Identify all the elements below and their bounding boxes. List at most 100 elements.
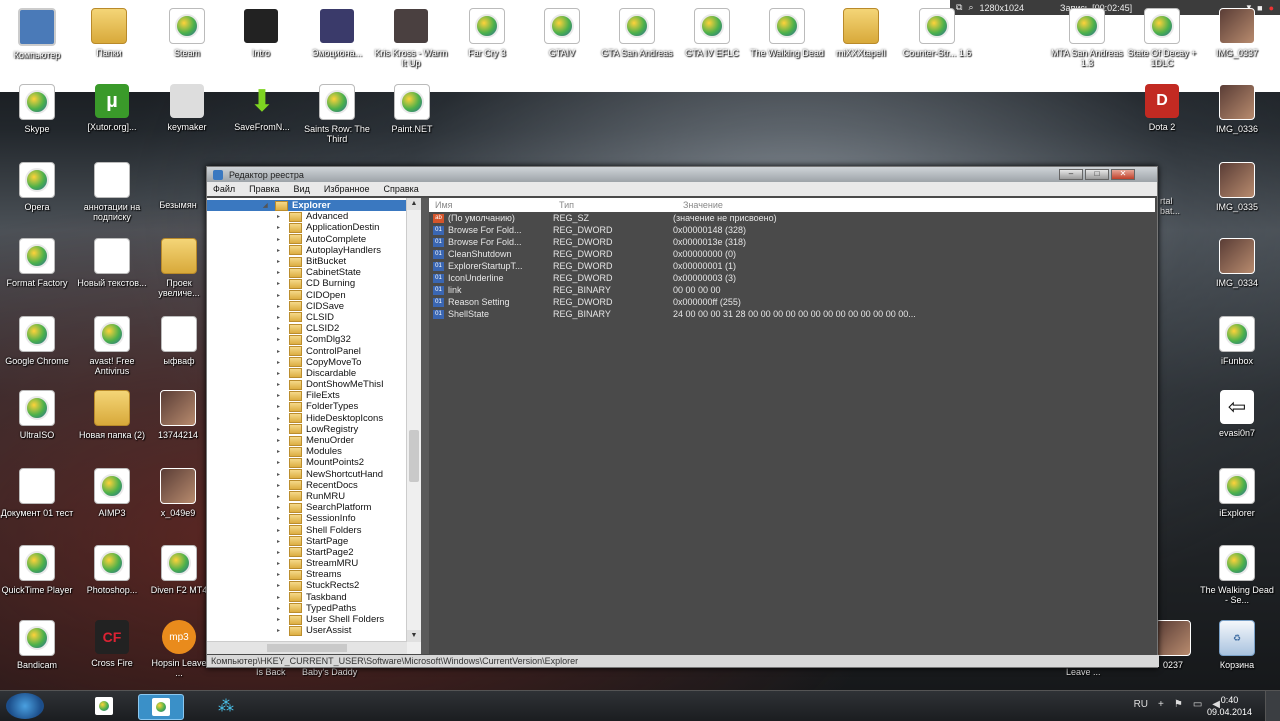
desktop-icon-evasi0n7[interactable]: ⇦ evasi0n7 <box>1200 390 1274 438</box>
desktop-icon-yfvaf[interactable]: ыфваф <box>150 316 208 366</box>
column-type[interactable]: Тип <box>553 200 677 210</box>
tree-item[interactable]: ▸ Discardable <box>207 368 407 379</box>
close-button[interactable]: ✕ <box>1111 169 1135 180</box>
tree-item[interactable]: ▸ RunMRU <box>207 491 407 502</box>
expand-icon[interactable]: ▸ <box>277 280 285 287</box>
tree-item[interactable]: ▸ AutoplayHandlers <box>207 245 407 256</box>
desktop-icon-aimp3[interactable]: AIMP3 <box>75 468 149 518</box>
desktop-icon-mta[interactable]: MTA San Andreas 1.3 <box>1050 8 1124 68</box>
expand-icon[interactable]: ▸ <box>277 482 285 489</box>
expand-icon[interactable]: ▸ <box>277 314 285 321</box>
menu-favorites[interactable]: Избранное <box>324 184 370 194</box>
expand-icon[interactable]: ▸ <box>277 303 285 310</box>
value-row[interactable]: 01 Browse For Fold... REG_DWORD 0x0000013e … <box>429 236 1155 248</box>
tree-item[interactable]: ▸ Streams <box>207 569 407 580</box>
desktop-icon-kris-kross[interactable]: Kris Kross - Warm It Up <box>374 8 448 68</box>
minimize-button[interactable]: – <box>1059 169 1083 180</box>
desktop-icon-img0334[interactable]: IMG_0334 <box>1200 238 1274 288</box>
show-desktop-button[interactable] <box>1265 691 1280 721</box>
expand-icon[interactable]: ▸ <box>277 627 285 634</box>
desktop-icon-annotations[interactable]: аннотации на подписку <box>75 162 149 222</box>
collapse-icon[interactable]: ◢ <box>263 202 271 209</box>
expand-icon[interactable]: ▸ <box>277 426 285 433</box>
desktop-icon-chrome[interactable]: Google Chrome <box>0 316 74 366</box>
tree-item[interactable]: ▸ Taskband <box>207 592 407 603</box>
tree-item[interactable]: ▸ ControlPanel <box>207 345 407 357</box>
desktop-icon-gta-eflc[interactable]: GTA IV EFLC <box>675 8 749 58</box>
tree-item[interactable]: ▸ ApplicationDestin <box>207 222 407 233</box>
desktop-icon-diven[interactable]: Diven F2 MT4 <box>150 545 208 595</box>
desktop-icon-untitled[interactable]: Безымян <box>148 162 208 210</box>
tree-item[interactable]: ▸ CopyMoveTo <box>207 357 407 368</box>
tree-item[interactable]: ▸ FileExts <box>207 390 407 401</box>
value-row[interactable]: ab (По умолчанию) REG_SZ (значение не присв… <box>429 212 1155 224</box>
tree-item[interactable]: ▸ NewShortcutHand <box>207 469 407 480</box>
tree-item[interactable]: ▸ Advanced <box>207 211 407 222</box>
expand-icon[interactable]: ▸ <box>277 415 285 422</box>
expand-icon[interactable]: ▸ <box>277 582 285 589</box>
desktop-icon-document01[interactable]: Документ 01 тест <box>0 468 74 518</box>
value-row[interactable]: 01 ExplorerStartupT... REG_DWORD 0x00000001… <box>429 260 1155 272</box>
desktop-icon-recycle-bin[interactable]: ♻ Корзина <box>1200 620 1274 670</box>
desktop-icon-savefrom[interactable]: ⬇ SaveFromN... <box>225 84 299 133</box>
desktop-icon-ultraiso[interactable]: UltraISO <box>0 390 74 440</box>
desktop-icon-dota2[interactable]: D Dota 2 <box>1125 84 1199 132</box>
registry-editor-window[interactable]: Редактор реестра – □ ✕ Файл Правка Вид И… <box>206 166 1159 668</box>
expand-icon[interactable]: ▸ <box>277 269 285 276</box>
flag-icon[interactable]: ⚑ <box>1174 699 1183 710</box>
menu-view[interactable]: Вид <box>294 184 310 194</box>
expand-icon[interactable]: ▸ <box>277 236 285 243</box>
registry-tree[interactable]: ◢ Explorer ▸ Advanced ▸ ApplicationDestin ▸ A… <box>207 198 421 654</box>
desktop-icon-img0335[interactable]: IMG_0335 <box>1200 162 1274 212</box>
expand-icon[interactable]: ▸ <box>277 594 285 601</box>
desktop-icon-keymaker[interactable]: keymaker <box>150 84 224 132</box>
desktop-icon-counter-strike[interactable]: Counter-Str... 1.6 <box>900 8 974 58</box>
tree-item[interactable]: ▸ MountPoints2 <box>207 457 407 468</box>
clock[interactable]: 0:40 09.04.2014 <box>1207 694 1252 718</box>
value-row[interactable]: 01 link REG_BINARY 00 00 00 00 <box>429 284 1155 296</box>
language-indicator[interactable]: RU <box>1134 699 1148 710</box>
expand-icon[interactable]: ▸ <box>277 549 285 556</box>
desktop-icon-x049e9[interactable]: x_049e9 <box>148 468 208 518</box>
tree-item[interactable]: ▸ SearchPlatform <box>207 502 407 513</box>
pane-splitter[interactable] <box>421 198 429 654</box>
values-list[interactable]: Имя Тип Значение ab (По умолчанию) REG_SZ (… <box>429 198 1155 654</box>
tree-item[interactable]: ▸ RecentDocs <box>207 480 407 491</box>
tree-item[interactable]: ▸ SessionInfo <box>207 513 407 524</box>
desktop-icon-hopsin[interactable]: mp3 Hopsin Leave ... <box>150 620 208 678</box>
expand-icon[interactable]: ▸ <box>277 392 285 399</box>
plus-icon[interactable]: + <box>1158 699 1164 710</box>
expand-icon[interactable]: ▸ <box>277 571 285 578</box>
scroll-up-icon[interactable]: ▲ <box>407 198 421 210</box>
tree-item[interactable]: ▸ CLSID2 <box>207 323 407 334</box>
tree-item[interactable]: ▸ Shell Folders <box>207 524 407 536</box>
value-row[interactable]: 01 Browse For Fold... REG_DWORD 0x00000148 … <box>429 224 1155 236</box>
expand-icon[interactable]: ▸ <box>277 247 285 254</box>
tree-item[interactable]: ▸ AutoComplete <box>207 234 407 245</box>
desktop-icon-bandicam[interactable]: Bandicam <box>0 620 74 670</box>
desktop-icon-photoshop[interactable]: Photoshop... <box>75 545 149 595</box>
desktop-icon-gta-sa[interactable]: GTA San Andreas <box>600 8 674 58</box>
tree-item[interactable]: ▸ StreamMRU <box>207 558 407 569</box>
expand-icon[interactable]: ▸ <box>277 348 285 355</box>
expand-icon[interactable]: ▸ <box>277 448 285 455</box>
desktop-icon-walking-dead-se[interactable]: The Walking Dead - Se... <box>1200 545 1274 605</box>
expand-icon[interactable]: ▸ <box>277 471 285 478</box>
tree-item[interactable]: ▸ CIDOpen <box>207 290 407 301</box>
desktop-icon-new-folder-2[interactable]: Новая папка (2) <box>75 390 149 440</box>
tree-item[interactable]: ▸ FolderTypes <box>207 401 407 412</box>
menu-file[interactable]: Файл <box>213 184 235 194</box>
desktop-icon-utorrent[interactable]: µ [Xutor.org]... <box>75 84 149 132</box>
expand-icon[interactable]: ▸ <box>277 538 285 545</box>
desktop-icon-quicktime[interactable]: QuickTime Player <box>0 545 74 595</box>
desktop-icon-state-of-decay[interactable]: State Of Decay + 1DLC <box>1125 8 1199 68</box>
desktop-icon-new-text[interactable]: Новый текстов... <box>75 238 149 288</box>
desktop-icon-img0337[interactable]: IMG_0337 <box>1200 8 1274 58</box>
tree-item[interactable]: ▸ MenuOrder <box>207 435 407 446</box>
expand-icon[interactable]: ▸ <box>277 493 285 500</box>
tree-horizontal-scrollbar[interactable] <box>207 641 407 654</box>
expand-icon[interactable]: ▸ <box>277 325 285 332</box>
expand-icon[interactable]: ▸ <box>277 616 285 623</box>
start-button[interactable] <box>6 693 44 719</box>
desktop-icon-mixxxtape[interactable]: miXXXtapeII <box>824 8 898 58</box>
